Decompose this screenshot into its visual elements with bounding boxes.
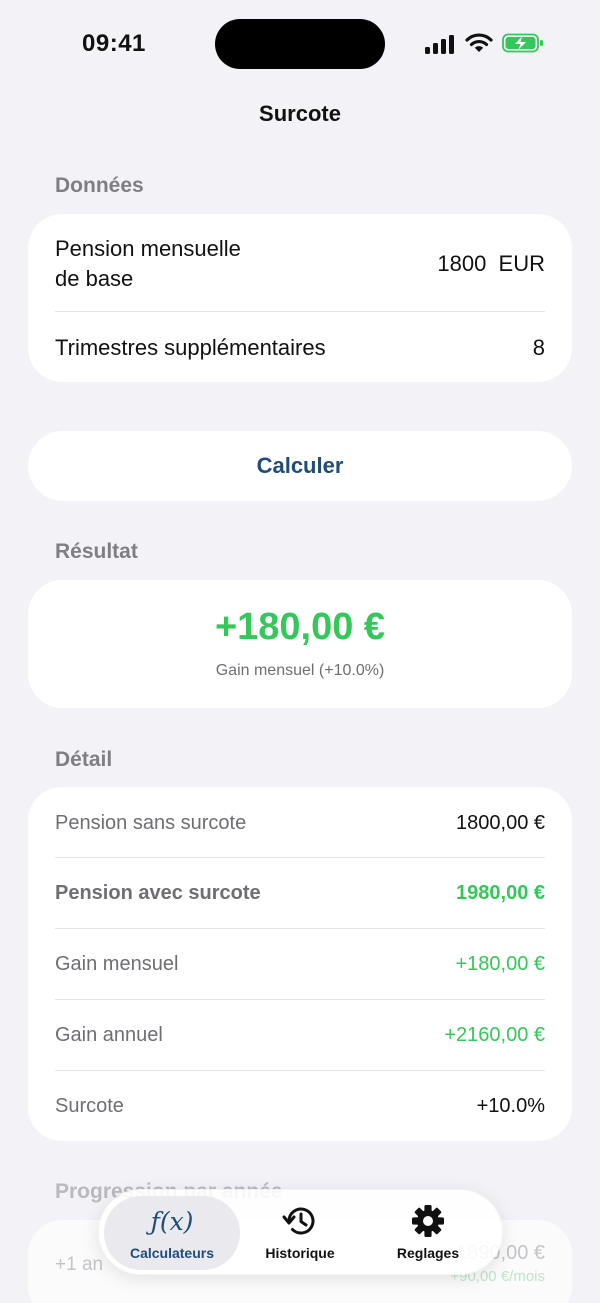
detail-row-gain-mensuel: Gain mensuel +180,00 €	[55, 942, 545, 986]
detail-card: Pension sans surcote 1800,00 € Pension a…	[28, 787, 572, 1141]
function-icon: ƒ(x)	[150, 1206, 194, 1236]
battery-charging-icon	[502, 33, 543, 53]
trimestres-input-row[interactable]: Trimestres supplémentaires 8	[55, 326, 545, 370]
pension-label: Pension mensuelle de base	[55, 234, 241, 294]
detail-row-pension-sans: Pension sans surcote 1800,00 €	[55, 801, 545, 845]
history-icon	[232, 1204, 368, 1238]
divider	[55, 311, 545, 312]
pension-value[interactable]: 1800	[437, 251, 486, 276]
pension-label-line2: de base	[55, 266, 134, 291]
detail-label: Pension avec surcote	[55, 881, 261, 904]
divider	[55, 928, 545, 929]
section-header-detail: Détail	[55, 748, 113, 771]
tab-label: Reglages	[396, 1245, 460, 1261]
tab-bar: ƒ(x) Calculateurs Historique Reglages	[98, 1189, 503, 1275]
pension-label-line1: Pension mensuelle	[55, 236, 241, 261]
dynamic-island	[215, 19, 385, 69]
tab-historique[interactable]: Historique	[232, 1196, 368, 1270]
divider	[55, 1070, 545, 1071]
pension-unit: EUR	[498, 251, 545, 276]
result-card: +180,00 € Gain mensuel (+10.0%)	[28, 580, 572, 708]
detail-row-surcote: Surcote +10.0%	[55, 1084, 545, 1128]
tab-calculateurs[interactable]: ƒ(x) Calculateurs	[104, 1196, 240, 1270]
section-header-resultat: Résultat	[55, 540, 138, 563]
detail-value: +10.0%	[476, 1094, 545, 1117]
result-amount: +180,00 €	[214, 606, 386, 648]
cellular-signal-icon	[425, 34, 457, 54]
detail-label: Surcote	[55, 1094, 124, 1117]
detail-value: 1800,00 €	[456, 811, 545, 834]
divider	[55, 999, 545, 1000]
detail-row-gain-annuel: Gain annuel +2160,00 €	[55, 1013, 545, 1057]
result-subtitle: Gain mensuel (+10.0%)	[215, 662, 385, 679]
detail-value: +2160,00 €	[444, 1023, 545, 1046]
trimestres-label: Trimestres supplémentaires	[55, 335, 326, 360]
status-time: 09:41	[82, 30, 146, 57]
trimestres-input[interactable]: 8	[533, 335, 545, 361]
section-header-donnees: Données	[55, 174, 144, 197]
pension-input[interactable]: 1800 EUR	[437, 251, 545, 277]
gear-icon	[360, 1204, 496, 1238]
detail-row-pension-avec: Pension avec surcote 1980,00 €	[55, 871, 545, 915]
calculate-button[interactable]: Calculer	[28, 431, 572, 501]
tab-label: Historique	[265, 1245, 335, 1261]
progression-row-label: +1 an	[55, 1254, 104, 1275]
detail-label: Gain annuel	[55, 1023, 163, 1046]
status-bar: 09:41	[0, 0, 600, 90]
tab-label: Calculateurs	[129, 1245, 215, 1261]
detail-label: Pension sans surcote	[55, 811, 247, 834]
pension-input-row[interactable]: Pension mensuelle de base 1800 EUR	[55, 232, 545, 296]
inputs-card: Pension mensuelle de base 1800 EUR Trime…	[28, 214, 572, 382]
divider	[55, 857, 545, 858]
wifi-icon	[465, 33, 493, 52]
page-title: Surcote	[259, 101, 341, 126]
tab-reglages[interactable]: Reglages	[360, 1196, 496, 1270]
detail-label: Gain mensuel	[55, 952, 179, 975]
detail-value: +180,00 €	[455, 952, 545, 975]
detail-value: 1980,00 €	[456, 881, 545, 904]
